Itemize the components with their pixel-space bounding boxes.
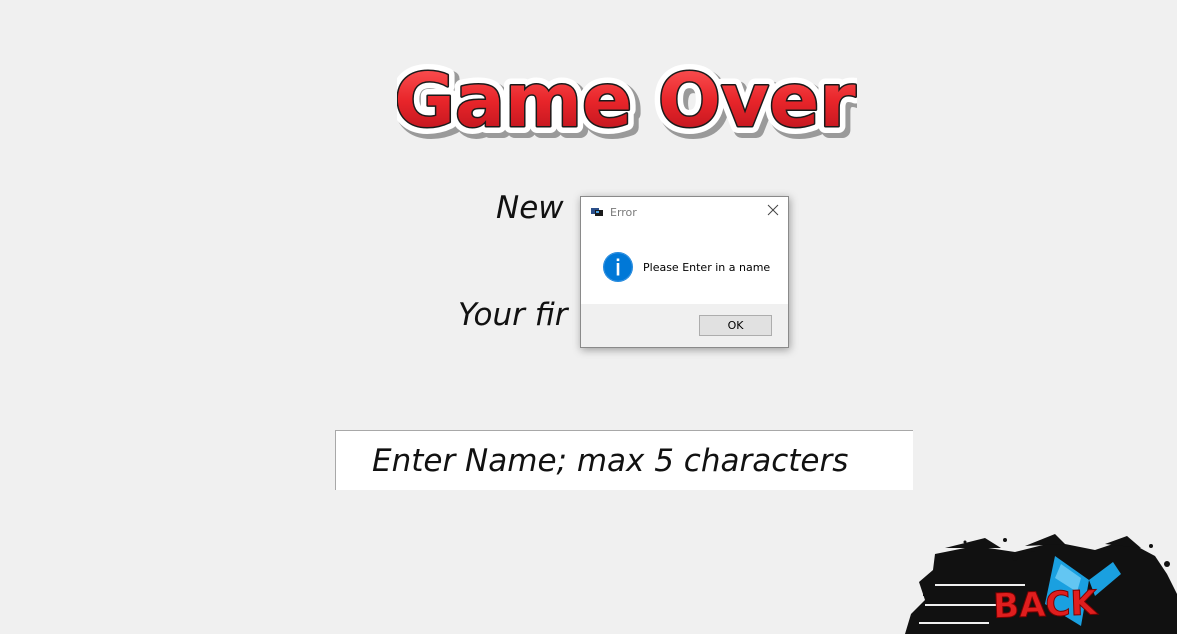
ok-button[interactable]: OK [699, 315, 772, 336]
back-button[interactable]: BACK [905, 534, 1177, 634]
close-icon[interactable] [766, 203, 780, 217]
dialog-title: Error [610, 206, 637, 219]
info-icon [603, 252, 633, 282]
back-label: BACK [993, 583, 1100, 627]
game-over-title: Game Over Game Over Game Over Game Over [397, 52, 857, 148]
name-input[interactable] [336, 431, 913, 490]
error-dialog: Error Please Enter in a name OK [580, 196, 789, 348]
name-input-box[interactable] [335, 430, 913, 490]
title-fill: Game Over [397, 58, 856, 144]
dialog-footer: OK [581, 304, 788, 347]
app-icon [591, 208, 603, 216]
your-score-text: Your fir [458, 297, 568, 333]
dialog-message: Please Enter in a name [643, 261, 771, 274]
dialog-titlebar[interactable]: Error [581, 197, 788, 227]
new-highscore-text: New [496, 190, 564, 226]
